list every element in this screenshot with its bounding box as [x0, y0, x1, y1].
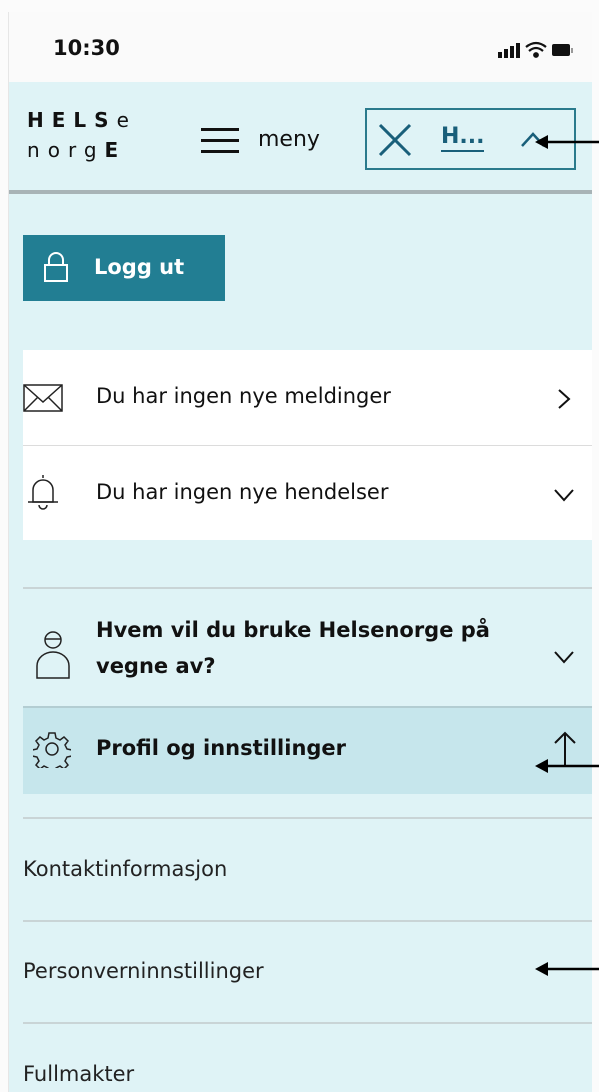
logout-label: Logg ut: [94, 255, 185, 279]
person-icon: [36, 631, 70, 679]
divider: [23, 1022, 592, 1024]
menu-button[interactable]: meny: [201, 122, 351, 162]
bell-icon: [28, 475, 58, 510]
profile-settings-row[interactable]: Profil og innstillinger: [23, 706, 592, 794]
logout-button[interactable]: Logg ut: [23, 235, 225, 301]
status-bar: 10:30: [9, 12, 592, 82]
annotation-arrow: [535, 135, 599, 149]
chevron-right-icon: [558, 389, 571, 409]
wifi-icon: [525, 41, 547, 58]
battery-icon: [552, 44, 573, 56]
divider: [23, 587, 592, 589]
annotation-arrow: [535, 962, 599, 976]
menu-label: meny: [258, 127, 320, 152]
messages-row[interactable]: Du har ingen nye meldinger: [23, 350, 592, 446]
hamburger-icon: [201, 128, 239, 153]
envelope-icon: [23, 384, 63, 412]
represent-row[interactable]: Hvem vil du bruke Helsenorge på vegne av…: [23, 602, 592, 712]
status-icons: [498, 41, 573, 58]
notifications-card: Du har ingen nye meldinger Du har ingen …: [23, 350, 592, 540]
chevron-down-icon: [554, 489, 574, 502]
events-label: Du har ingen nye hendelser: [96, 480, 389, 504]
profile-settings-label: Profil og innstillinger: [96, 736, 347, 760]
messages-label: Du har ingen nye meldinger: [96, 384, 391, 408]
annotation-arrow: [535, 759, 599, 773]
logo-bottom: norgE: [27, 138, 127, 162]
site-header: HELSe norgE meny H...: [9, 82, 592, 194]
submenu-item-power-of-attorney[interactable]: Fullmakter: [23, 1062, 134, 1086]
submenu-item-privacy[interactable]: Personverninnstillinger: [23, 959, 264, 983]
logo-top: HELSe: [27, 108, 137, 132]
search-text[interactable]: H...: [441, 125, 485, 152]
represent-label-line2: vegne av?: [96, 654, 216, 678]
represent-label-line1: Hvem vil du bruke Helsenorge på: [96, 618, 490, 642]
submenu-item-contact[interactable]: Kontaktinformasjon: [23, 857, 227, 881]
divider: [23, 817, 592, 819]
lock-icon: [44, 252, 68, 282]
events-row[interactable]: Du har ingen nye hendelser: [23, 446, 592, 541]
phone-screen: 10:30 HELSe norgE meny H... Logg ut Du h…: [8, 12, 592, 1092]
status-time: 10:30: [53, 36, 120, 60]
gear-icon: [33, 732, 71, 768]
signal-icon: [498, 43, 520, 58]
divider: [23, 920, 592, 922]
close-icon[interactable]: [377, 122, 413, 158]
chevron-down-icon: [554, 651, 574, 664]
